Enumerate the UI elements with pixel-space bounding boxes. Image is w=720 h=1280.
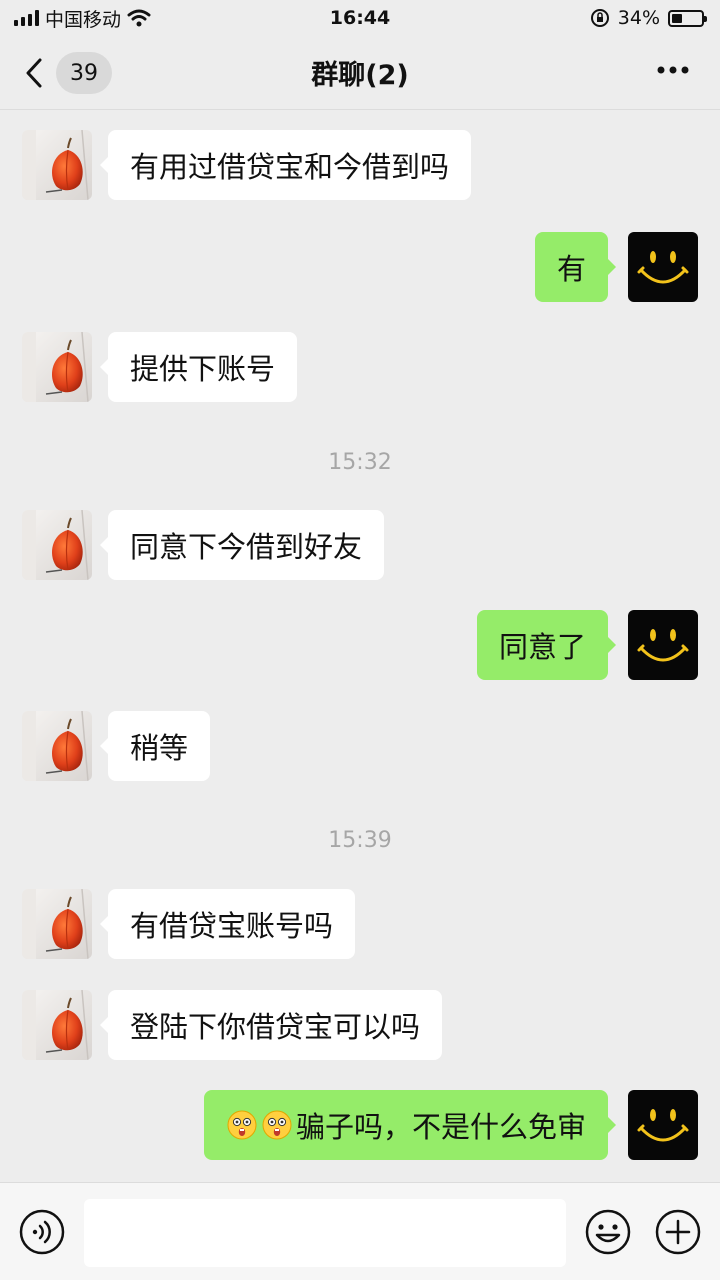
shocked-face-icon <box>226 1109 258 1141</box>
wifi-icon <box>127 9 151 27</box>
voice-icon <box>19 1209 65 1255</box>
rotation-lock-icon <box>590 9 609 27</box>
sent-message-bubble[interactable]: 有 <box>534 232 617 302</box>
contact-avatar[interactable] <box>22 332 92 402</box>
more-options-button[interactable] <box>656 60 690 79</box>
my-avatar[interactable] <box>628 1090 698 1160</box>
my-avatar[interactable] <box>628 232 698 302</box>
back-button[interactable]: 39 <box>24 52 112 94</box>
carrier-name: 中国移动 <box>45 8 122 31</box>
voice-input-button[interactable] <box>18 1208 66 1260</box>
my-avatar[interactable] <box>628 610 698 680</box>
signal-strength-icon <box>14 10 39 26</box>
contact-avatar[interactable] <box>22 990 92 1060</box>
message-timestamp: 15:39 <box>328 828 392 853</box>
status-bar: 中国移动 16:44 34% <box>0 0 720 36</box>
more-dots-icon <box>657 66 689 74</box>
battery-percent: 34% <box>617 7 660 29</box>
contact-avatar[interactable] <box>22 130 92 200</box>
sent-message-bubble[interactable]: 骗子吗，不是什么免审 <box>203 1090 617 1160</box>
received-message-bubble[interactable]: 有用过借贷宝和今借到吗 <box>99 130 472 200</box>
sent-message-bubble[interactable]: 同意了 <box>476 610 617 680</box>
smiley-icon <box>585 1209 631 1255</box>
contact-avatar[interactable] <box>22 889 92 959</box>
chevron-left-icon <box>26 58 42 88</box>
emoji-button[interactable] <box>584 1208 632 1260</box>
chat-header: 39 群聊(2) <box>0 36 720 110</box>
received-message-bubble[interactable]: 登陆下你借贷宝可以吗 <box>99 990 443 1060</box>
plus-icon <box>655 1209 701 1255</box>
contact-avatar[interactable] <box>22 711 92 781</box>
sent-message-text: 骗子吗，不是什么免审 <box>295 1110 586 1144</box>
more-functions-button[interactable] <box>654 1208 702 1260</box>
message-list[interactable]: 有用过借贷宝和今借到吗 有 提供下账号 15:32 同意下今借到好友 同意了 稍… <box>0 110 720 1182</box>
received-message-bubble[interactable]: 稍等 <box>99 711 211 781</box>
message-timestamp: 15:32 <box>328 450 392 475</box>
received-message-bubble[interactable]: 提供下账号 <box>99 332 298 402</box>
battery-icon <box>668 9 707 27</box>
contact-avatar[interactable] <box>22 510 92 580</box>
received-message-bubble[interactable]: 同意下今借到好友 <box>99 510 385 580</box>
shocked-face-icon <box>261 1109 293 1141</box>
unread-count-badge: 39 <box>56 52 112 94</box>
message-input[interactable] <box>84 1199 566 1267</box>
chat-title: 群聊(2) <box>311 60 409 91</box>
received-message-bubble[interactable]: 有借贷宝账号吗 <box>99 889 356 959</box>
input-toolbar <box>0 1182 720 1280</box>
